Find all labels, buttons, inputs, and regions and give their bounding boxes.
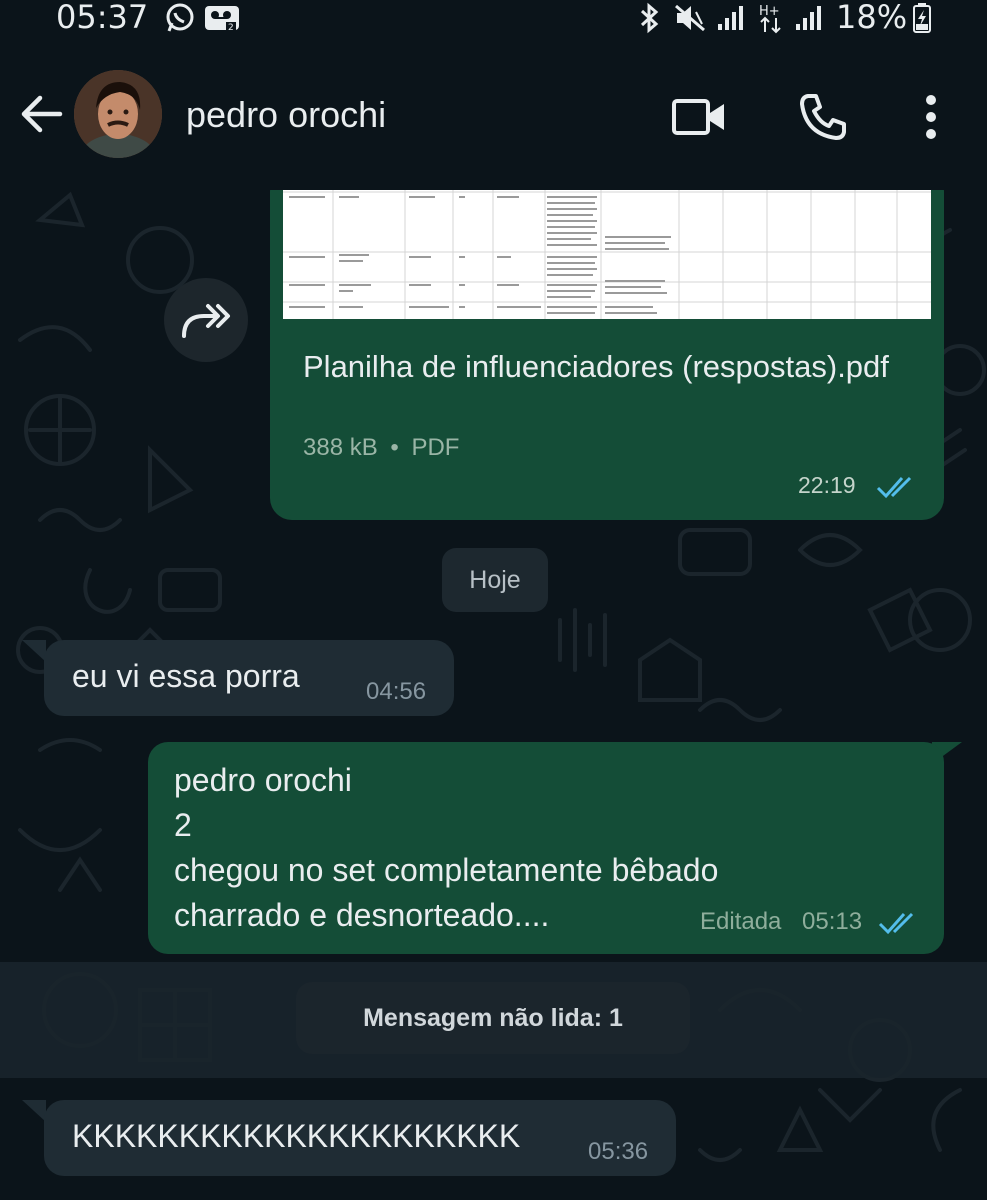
message-time: 22:19: [798, 472, 856, 498]
message-line: 2: [174, 807, 192, 843]
message-time: 04:56: [366, 678, 427, 705]
contact-photo: [74, 70, 162, 158]
signal-icon: [796, 6, 821, 30]
more-options-icon[interactable]: [920, 92, 942, 142]
battery-icon: [913, 3, 931, 33]
incoming-message[interactable]: eu vi essa porra 04:56: [44, 640, 454, 716]
document-title[interactable]: Planilha de influenciadores (respostas).…: [303, 346, 903, 388]
status-time: 05:37: [56, 0, 149, 36]
date-separator: Hoje: [442, 548, 548, 612]
edited-label: Editada: [700, 908, 782, 935]
unread-count-label: Mensagem não lida: 1: [296, 982, 690, 1054]
document-preview[interactable]: [283, 190, 931, 319]
voicemail-icon: 2: [205, 6, 239, 33]
document-size: 388 kB: [303, 434, 378, 461]
forward-icon: [182, 304, 230, 338]
bubble-tail: [22, 1100, 46, 1122]
data-icon: H+: [759, 4, 781, 34]
whatsapp-icon: [166, 3, 194, 32]
battery-percentage: 18%: [836, 0, 908, 36]
avatar[interactable]: [74, 70, 162, 158]
back-arrow-icon[interactable]: [20, 92, 64, 136]
meta-separator: •: [390, 434, 399, 461]
unread-divider: Mensagem não lida: 1: [0, 962, 987, 1078]
message-text: KKKKKKKKKKKKKKKKKKKKK: [72, 1118, 521, 1154]
document-type: PDF: [411, 434, 460, 461]
spreadsheet-thumbnail: [283, 190, 931, 319]
read-ticks-icon: [878, 912, 914, 935]
chat-area[interactable]: Planilha de influenciadores (respostas).…: [0, 190, 987, 1200]
status-bar: 05:37 2 H+ 18%: [0, 0, 987, 40]
message-text: pedro orochi 2 chegou no set completamen…: [174, 758, 718, 938]
document-message[interactable]: Planilha de influenciadores (respostas).…: [270, 190, 944, 520]
bubble-tail: [22, 640, 46, 662]
svg-text:H+: H+: [759, 4, 780, 19]
outgoing-message[interactable]: pedro orochi 2 chegou no set completamen…: [148, 742, 944, 954]
svg-text:2: 2: [228, 23, 234, 33]
bluetooth-icon: [640, 2, 659, 34]
message-time: 05:13: [802, 908, 863, 935]
message-line: charrado e desnorteado....: [174, 897, 550, 933]
read-ticks-icon: [876, 476, 912, 499]
forward-button[interactable]: [164, 278, 248, 362]
whatsapp-chat-screen: 05:37 2 H+ 18% pedro orochi Planilha de …: [0, 0, 987, 1200]
message-text: eu vi essa porra: [72, 658, 300, 694]
message-line: chegou no set completamente bêbado: [174, 852, 719, 888]
incoming-message[interactable]: KKKKKKKKKKKKKKKKKKKKK 05:36: [44, 1100, 676, 1176]
signal-icon: [718, 6, 743, 30]
mute-icon: [675, 4, 705, 32]
chat-header: pedro orochi: [0, 40, 987, 190]
contact-name[interactable]: pedro orochi: [186, 94, 386, 136]
message-time: 05:36: [588, 1138, 649, 1165]
message-line: pedro orochi: [174, 762, 352, 798]
document-meta: 388 kB • PDF: [303, 434, 459, 462]
phone-call-icon[interactable]: [798, 92, 848, 142]
video-call-icon[interactable]: [672, 98, 726, 136]
